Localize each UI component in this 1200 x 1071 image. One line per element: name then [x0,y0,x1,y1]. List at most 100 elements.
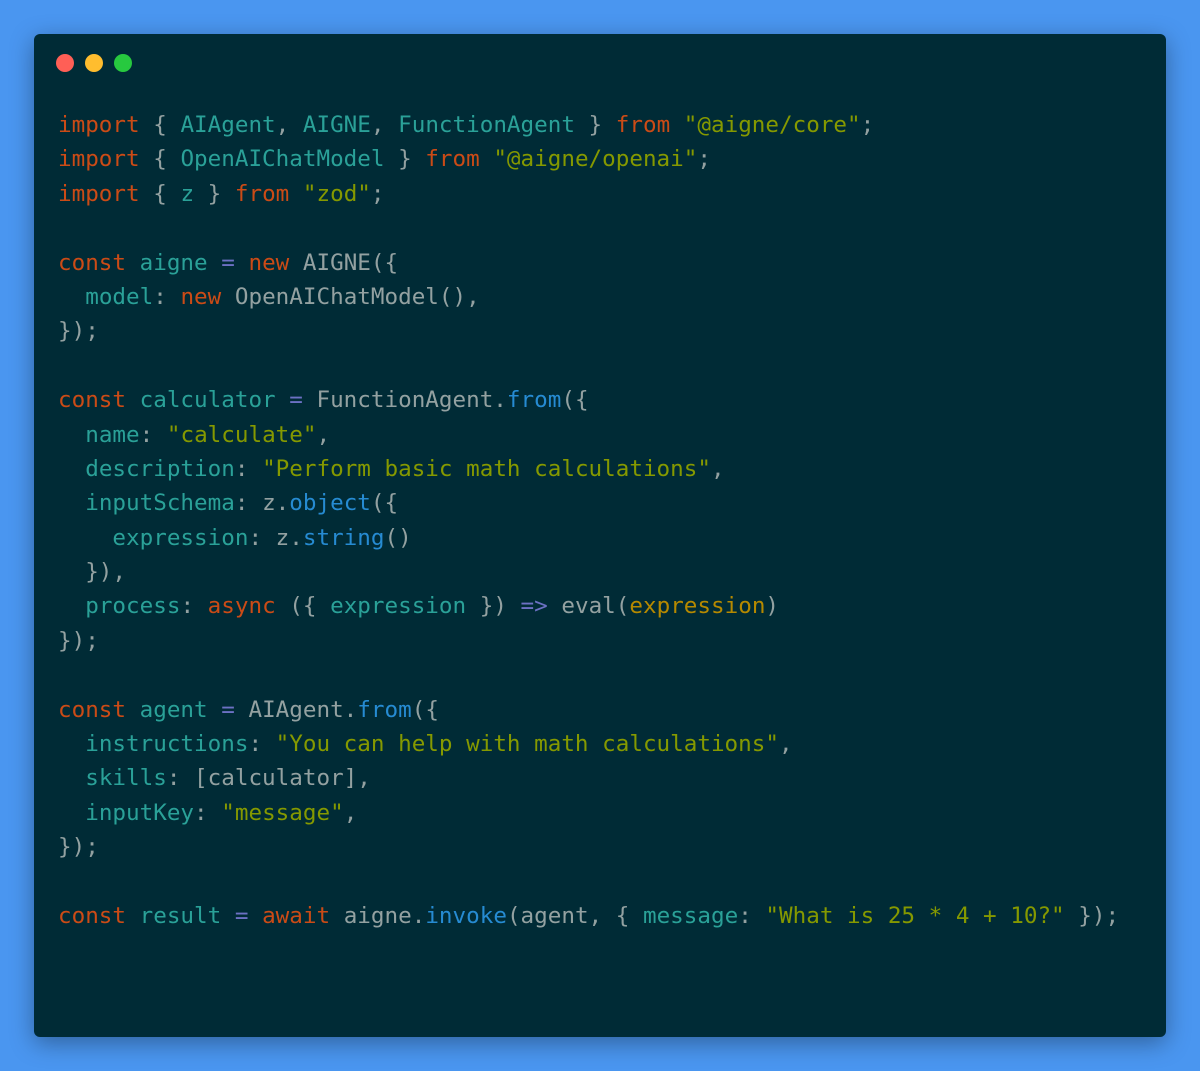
code-token: { [139,180,181,207]
code-token: process [85,593,181,620]
code-token: } [574,112,616,138]
code-token: "@aigne/openai" [493,146,698,173]
code-line: const result = await aigne.invoke(agent,… [58,899,1119,933]
code-token: const [58,902,127,929]
code-token: => [520,593,548,620]
code-token: import [58,112,140,138]
code-token: = [234,902,249,929]
code-window: import { AIAgent, AIGNE, FunctionAgent }… [34,34,1166,1037]
code-token: skills [85,765,167,792]
code-token: "Perform basic math calculations" [262,455,711,482]
code-token: : [180,593,208,620]
code-token: , [370,112,399,138]
code-token: model [85,283,154,310]
code-token: import [58,146,140,173]
code-token: string [302,524,385,551]
code-token: () [384,524,412,551]
code-token: from [234,180,290,207]
code-token: from [425,146,480,173]
code-token: z [180,180,195,207]
code-token: name [85,421,140,448]
code-token: : z. [248,524,303,551]
code-line: model: new OpenAIChatModel(), [58,280,1119,314]
code-token: ({ [411,696,439,723]
code-token: OpenAIChatModel [180,146,385,173]
code-line: name: "calculate", [58,418,1119,452]
code-token: : [738,902,766,929]
code-token: calculator [139,387,276,414]
code-token: }); [1064,902,1120,929]
code-token: object [289,490,371,517]
code-token: AIAgent. [234,696,358,723]
code-line: }); [58,830,1119,864]
code-token: = [221,696,235,723]
code-token: : [139,421,167,448]
code-token: instructions [85,731,249,758]
code-token: description [85,455,235,482]
code-token: await [262,902,331,929]
code-token: , [710,455,725,482]
code-token: const [58,696,127,723]
code-token: : z. [234,490,290,517]
code-block: import { AIAgent, AIGNE, FunctionAgent }… [58,108,1119,933]
code-token: "@aigne/core" [683,112,861,138]
code-token: const [58,387,127,414]
window-controls [56,54,132,72]
code-token: message [642,902,739,929]
code-token: } [194,180,235,207]
code-token: eval( [547,593,630,620]
code-token: import [58,180,140,207]
code-line: skills: [calculator], [58,761,1119,795]
code-token: }); [58,834,99,861]
code-token: , [778,731,793,758]
minimize-icon[interactable] [85,54,103,72]
code-token: ; [370,180,385,207]
code-token: AIGNE({ [289,249,399,276]
code-line: inputKey: "message", [58,796,1119,830]
code-token: : [calculator], [166,765,371,792]
code-token: new [180,283,222,310]
close-icon[interactable] [56,54,74,72]
code-line: description: "Perform basic math calcula… [58,452,1119,486]
code-token: , [343,799,358,826]
code-token: ({ [561,387,589,414]
code-token: }), [58,559,127,586]
code-token: expression [629,593,766,620]
code-token: { [139,112,181,138]
code-token: (agent, { [506,902,643,929]
maximize-icon[interactable] [114,54,132,72]
code-token: "What is 25 * 4 + 10?" [765,902,1065,929]
code-token: const [58,249,127,276]
code-token: AIAgent [180,112,276,138]
code-token: OpenAIChatModel(), [221,283,480,310]
code-line: expression: z.string() [58,521,1119,555]
code-token: : [153,283,181,310]
code-line: const agent = AIAgent.from({ [58,693,1119,727]
code-token: : [248,731,276,758]
code-token: new [248,249,290,276]
code-line: const calculator = FunctionAgent.from({ [58,383,1119,417]
code-token: ; [697,146,711,173]
code-token: = [221,249,235,276]
code-token: , [316,421,331,448]
